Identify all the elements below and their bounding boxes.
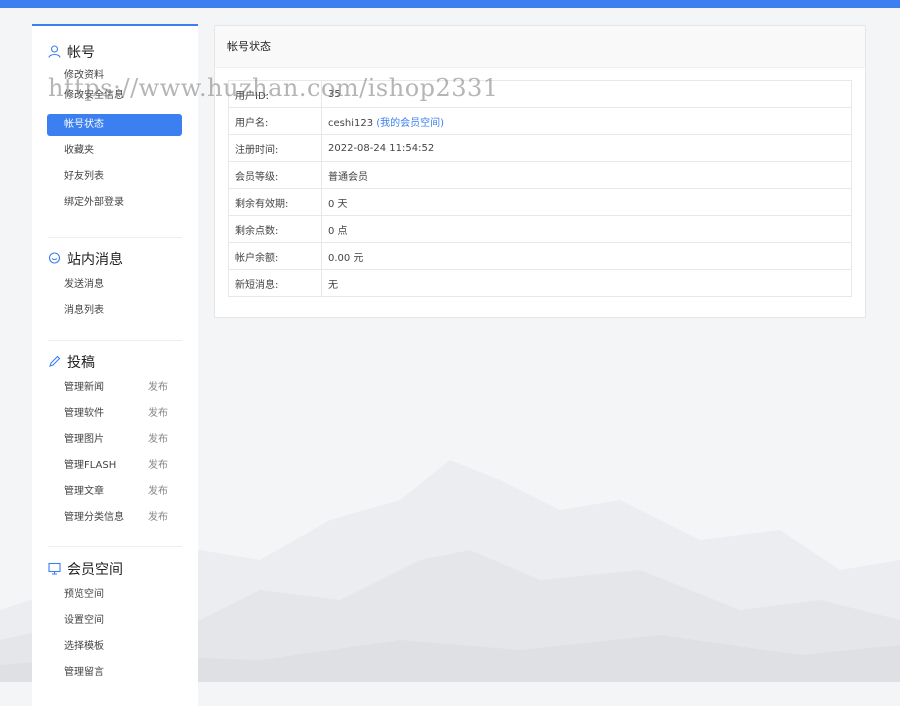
menu-label: 管理FLASH — [64, 460, 117, 471]
messages-section: 站内消息 发送消息 消息列表 — [32, 249, 198, 324]
sidebar-item-space-settings[interactable]: 设置空间 — [32, 608, 198, 634]
sidebar-item-manage-articles[interactable]: 管理文章 发布 — [32, 479, 198, 505]
sidebar-item-manage-news[interactable]: 管理新闻 发布 — [32, 375, 198, 401]
sidebar-item-choose-template[interactable]: 选择模板 — [32, 634, 198, 660]
top-accent-bar — [0, 0, 900, 8]
publish-link[interactable]: 发布 — [148, 453, 168, 479]
space-section: 会员空间 预览空间 设置空间 选择模板 管理留言 — [32, 559, 198, 686]
sidebar-item-manage-software[interactable]: 管理软件 发布 — [32, 401, 198, 427]
account-status-panel: 帐号状态 用户ID: 35 用户名: ceshi123 (我的会员空间) 注册时间:… — [214, 25, 866, 318]
sidebar-item-bind-external[interactable]: 绑定外部登录 — [32, 190, 198, 216]
row-value: ceshi123 (我的会员空间) — [321, 107, 852, 135]
publish-link[interactable]: 发布 — [148, 479, 168, 505]
table-row: 注册时间: 2022-08-24 11:54:52 — [228, 134, 852, 162]
publish-link[interactable]: 发布 — [148, 427, 168, 453]
row-key: 剩余点数: — [228, 215, 322, 243]
pen-icon — [48, 355, 62, 369]
account-section-title: 帐号 — [67, 45, 95, 61]
account-section: 帐号 修改资料 修改安全信息 帐号状态 收藏夹 好友列表 绑定外部登录 — [32, 42, 198, 216]
submit-section-header: 投稿 — [32, 352, 198, 372]
user-icon — [48, 45, 62, 59]
row-key: 剩余有效期: — [228, 188, 322, 216]
row-value: 0.00 元 — [321, 242, 852, 270]
sidebar-item-favorites[interactable]: 收藏夹 — [32, 138, 198, 164]
watermark-text: https://www.huzhan.com/ishop2331 — [48, 74, 499, 102]
sidebar-item-friends[interactable]: 好友列表 — [32, 164, 198, 190]
panel-title: 帐号状态 — [215, 26, 865, 68]
monitor-icon — [48, 562, 62, 576]
table-row: 新短消息: 无 — [228, 269, 852, 297]
sidebar-item-manage-classifieds[interactable]: 管理分类信息 发布 — [32, 505, 198, 531]
sidebar-item-manage-comments[interactable]: 管理留言 — [32, 660, 198, 686]
row-key: 用户名: — [228, 107, 322, 135]
account-info-table: 用户ID: 35 用户名: ceshi123 (我的会员空间) 注册时间: 2022-… — [228, 80, 852, 297]
messages-section-header: 站内消息 — [32, 249, 198, 269]
table-row: 帐户余额: 0.00 元 — [228, 242, 852, 270]
sidebar-item-manage-flash[interactable]: 管理FLASH 发布 — [32, 453, 198, 479]
account-section-header: 帐号 — [32, 42, 198, 62]
table-row: 剩余有效期: 0 天 — [228, 188, 852, 216]
menu-label: 管理文章 — [64, 486, 104, 497]
submit-section: 投稿 管理新闻 发布 管理软件 发布 管理图片 发布 管理FLASH 发布 管理文章 发布… — [32, 352, 198, 531]
row-key: 帐户余额: — [228, 242, 322, 270]
sidebar-divider — [48, 546, 182, 547]
table-row: 用户名: ceshi123 (我的会员空间) — [228, 107, 852, 135]
publish-link[interactable]: 发布 — [148, 401, 168, 427]
sidebar-item-message-list[interactable]: 消息列表 — [32, 298, 198, 324]
row-key: 会员等级: — [228, 161, 322, 189]
table-row: 会员等级: 普通会员 — [228, 161, 852, 189]
messages-section-title: 站内消息 — [67, 252, 123, 268]
row-value: 普通会员 — [321, 161, 852, 189]
sidebar-item-manage-images[interactable]: 管理图片 发布 — [32, 427, 198, 453]
row-value: 2022-08-24 11:54:52 — [321, 134, 852, 162]
row-key: 新短消息: — [228, 269, 322, 297]
row-value: 0 天 — [321, 188, 852, 216]
sidebar-divider — [48, 237, 182, 238]
sidebar-item-send-message[interactable]: 发送消息 — [32, 272, 198, 298]
row-value: 0 点 — [321, 215, 852, 243]
row-key: 注册时间: — [228, 134, 322, 162]
sidebar-divider — [48, 340, 182, 341]
sidebar: 帐号 修改资料 修改安全信息 帐号状态 收藏夹 好友列表 绑定外部登录 站内消息… — [32, 24, 198, 706]
table-row: 剩余点数: 0 点 — [228, 215, 852, 243]
space-section-title: 会员空间 — [67, 562, 123, 578]
chat-bubble-icon — [48, 252, 62, 266]
publish-link[interactable]: 发布 — [148, 375, 168, 401]
menu-label: 管理软件 — [64, 408, 104, 419]
username-value: ceshi123 — [328, 117, 374, 129]
submit-section-title: 投稿 — [67, 355, 95, 371]
menu-label: 管理新闻 — [64, 382, 104, 393]
my-space-link[interactable]: (我的会员空间) — [376, 118, 444, 129]
row-value: 无 — [321, 269, 852, 297]
publish-link[interactable]: 发布 — [148, 505, 168, 531]
space-section-header: 会员空间 — [32, 559, 198, 579]
menu-label: 管理分类信息 — [64, 512, 124, 523]
sidebar-item-preview-space[interactable]: 预览空间 — [32, 582, 198, 608]
menu-label: 管理图片 — [64, 434, 104, 445]
sidebar-item-account-status[interactable]: 帐号状态 — [47, 114, 182, 136]
